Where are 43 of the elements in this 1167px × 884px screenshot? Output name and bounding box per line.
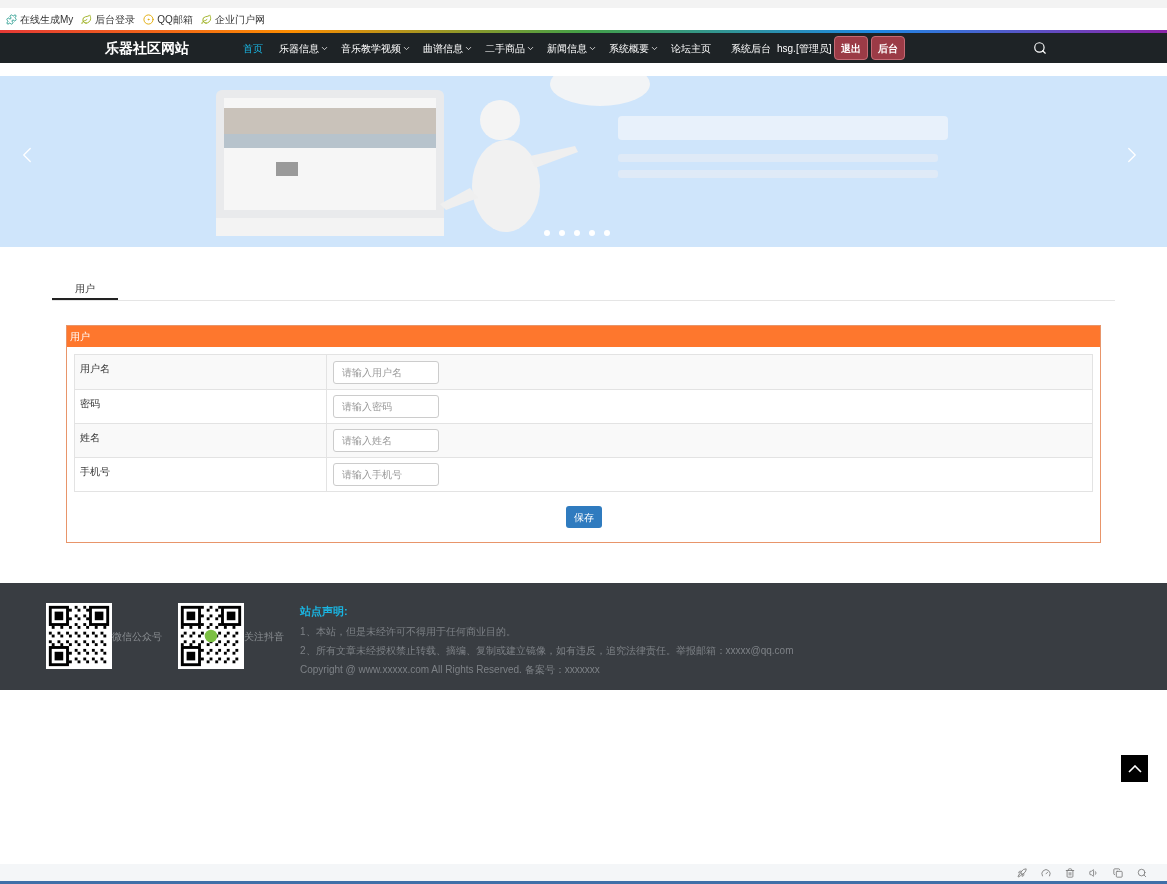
qr-code bbox=[46, 603, 112, 669]
ring-icon bbox=[143, 13, 155, 25]
nav-button[interactable]: 退出 bbox=[834, 36, 869, 60]
qr-caption: 关注抖音 bbox=[244, 629, 284, 644]
bookmark[interactable]: 企业门户网 bbox=[200, 11, 265, 27]
bookmark[interactable]: 后台登录 bbox=[81, 11, 136, 27]
input-field[interactable]: 请输入姓名 bbox=[333, 429, 439, 452]
puzzle-icon bbox=[6, 13, 17, 25]
save-button[interactable]: 保存 bbox=[565, 506, 602, 528]
statement-heading: 站点声明: bbox=[300, 604, 349, 619]
nav-item[interactable]: 系统后台 bbox=[725, 40, 777, 56]
bookmark[interactable]: QQ邮箱 bbox=[143, 11, 193, 27]
input-field[interactable]: 请输入用户名 bbox=[333, 360, 439, 384]
back-to-top-button[interactable] bbox=[1121, 755, 1148, 782]
nav-item[interactable]: 系统概要 bbox=[603, 40, 665, 56]
statement-line: Copyright @ www.xxxxx.com All Rights Reserved. 备案号：xxxxxxx bbox=[300, 662, 601, 677]
qr-caption: 微信公众号 bbox=[112, 629, 162, 644]
rocket-icon[interactable] bbox=[1017, 867, 1027, 878]
nav-item[interactable]: 论坛主页 bbox=[665, 40, 717, 56]
trash-icon[interactable] bbox=[1065, 867, 1075, 878]
nav-item[interactable]: 新闻信息 bbox=[541, 40, 603, 56]
field-label: 手机号 bbox=[75, 458, 327, 491]
qr-code bbox=[178, 603, 244, 669]
nav-button[interactable]: 后台 bbox=[871, 36, 906, 60]
site-title: 乐器社区网站 bbox=[105, 38, 190, 58]
window-icon[interactable] bbox=[1113, 867, 1123, 878]
gauge-icon[interactable] bbox=[1041, 867, 1051, 878]
input-field[interactable]: 请输入密码 bbox=[333, 395, 439, 418]
leaf-icon bbox=[200, 13, 212, 25]
input-field[interactable]: 请输入手机号 bbox=[333, 463, 439, 486]
search-icon[interactable] bbox=[1033, 41, 1047, 55]
user-name: hsg.[管理员] bbox=[777, 41, 832, 56]
nav-item[interactable]: 音乐教学视频 bbox=[335, 40, 417, 56]
nav-item[interactable]: 二手商品 bbox=[479, 40, 541, 56]
speaker-icon[interactable] bbox=[1089, 867, 1099, 878]
nav-item[interactable]: 曲谱信息 bbox=[417, 40, 479, 56]
nav-item[interactable]: 首页 bbox=[237, 40, 269, 56]
nav-item[interactable]: 乐器信息 bbox=[273, 40, 335, 56]
panel-title: 用户 bbox=[70, 330, 90, 344]
bookmark[interactable]: 在线生成My bbox=[6, 11, 74, 27]
leaf-icon bbox=[81, 13, 93, 25]
tab[interactable]: 用户 bbox=[52, 279, 118, 300]
chevron-up-icon bbox=[1127, 764, 1142, 773]
